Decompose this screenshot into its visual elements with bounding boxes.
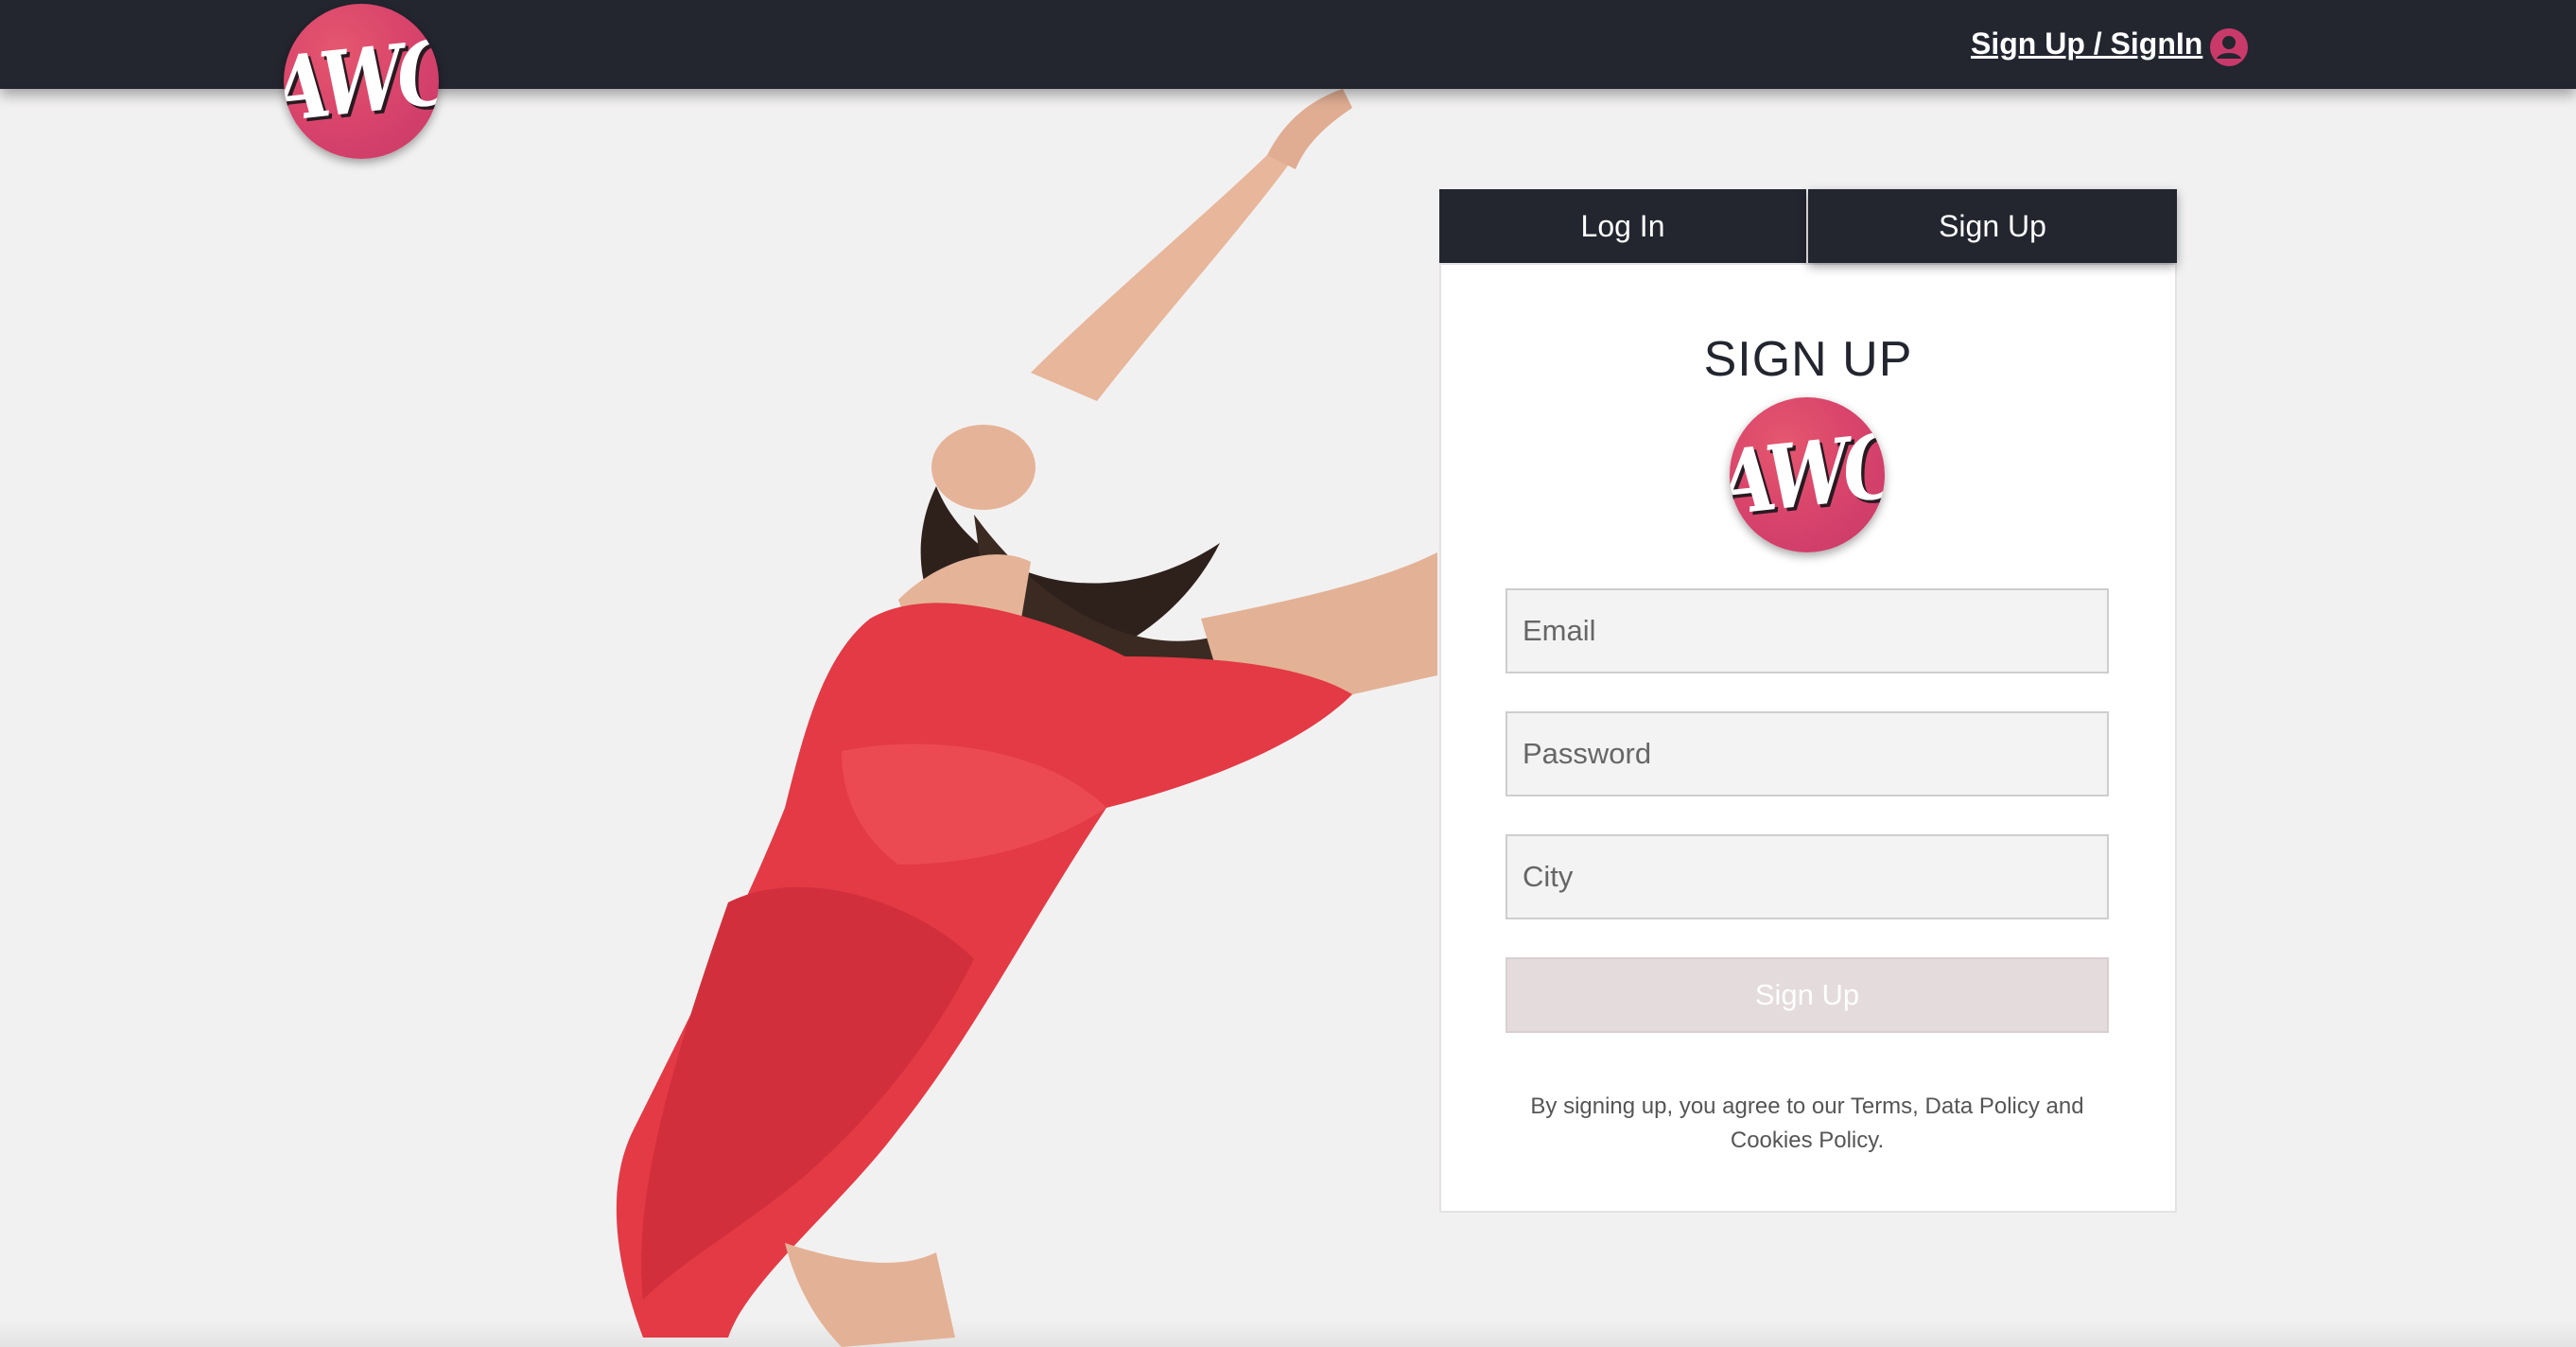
tab-log-in[interactable]: Log In <box>1439 189 1806 263</box>
card-brand-logo: AWC <box>1730 397 1885 552</box>
dancer-image <box>616 89 1437 1347</box>
email-field[interactable] <box>1506 588 2109 674</box>
brand-logo[interactable]: AWC <box>284 4 439 159</box>
sign-up-button[interactable]: Sign Up <box>1506 957 2109 1033</box>
page-title: SIGN UP <box>1703 332 1913 387</box>
terms-text: By signing up, you agree to our Terms, D… <box>1530 1093 2084 1153</box>
city-field[interactable] <box>1506 834 2109 919</box>
tab-sign-up[interactable]: Sign Up <box>1808 189 2177 263</box>
logo-text: AWC <box>284 20 439 143</box>
card-logo-text: AWC <box>1730 413 1885 536</box>
user-circle-icon[interactable] <box>2209 27 2249 67</box>
password-field[interactable] <box>1506 711 2109 796</box>
signup-signin-link[interactable]: Sign Up / SignIn <box>1971 26 2202 64</box>
